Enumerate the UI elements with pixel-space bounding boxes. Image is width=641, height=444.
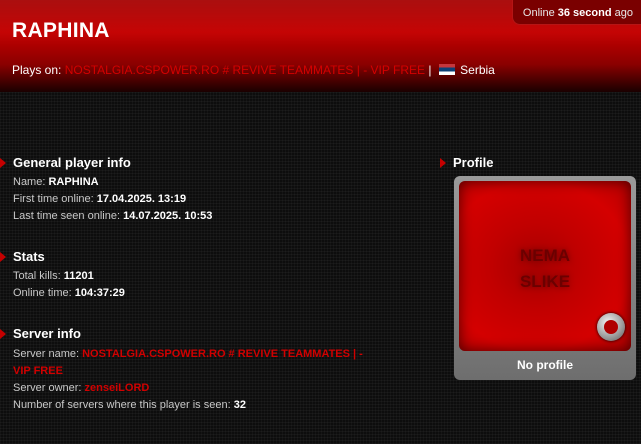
arrow-right-icon: [0, 158, 6, 168]
server-name-label: Server name:: [13, 348, 80, 360]
section-title-server: Server info: [0, 325, 363, 343]
separator: |: [428, 63, 432, 77]
stats-section: Stats Total kills: 11201 Online time: 10…: [0, 248, 125, 302]
section-title-profile: Profile: [440, 154, 493, 172]
arrow-right-icon: [440, 158, 446, 168]
section-title-stats: Stats: [0, 248, 125, 266]
no-image-line1: NEMA: [519, 246, 571, 265]
last-online-label: Last time seen online:: [13, 210, 121, 222]
plays-on-line: Plays on: NOSTALGIA.CSPOWER.RO # REVIVE …: [12, 63, 495, 77]
profile-title-text: Profile: [453, 155, 494, 170]
server-owner-label: Server owner:: [13, 382, 82, 394]
server-link[interactable]: NOSTALGIA.CSPOWER.RO # REVIVE TEAMMATES …: [65, 63, 425, 77]
server-count-label: Number of servers where this player is s…: [13, 399, 231, 411]
arrow-right-icon: [0, 329, 6, 339]
server-name-value[interactable]: NOSTALGIA.CSPOWER.RO # REVIVE TEAMMATES …: [82, 348, 363, 360]
kills-row: Total kills: 11201: [0, 268, 125, 285]
first-online-label: First time online:: [13, 193, 94, 205]
no-image-text: NEMA SLIKE: [459, 243, 631, 295]
server-title-text: Server info: [13, 326, 81, 341]
online-status-badge: Online 36 second ago: [511, 0, 641, 25]
online-suffix: ago: [614, 7, 633, 19]
last-online-row: Last time seen online: 14.07.2025. 10:53: [0, 208, 212, 225]
profile-image-placeholder: NEMA SLIKE: [459, 181, 631, 351]
plays-on-label: Plays on:: [12, 63, 62, 77]
server-name-row-cont: VIP FREE: [0, 363, 363, 380]
server-name-value-cont[interactable]: VIP FREE: [13, 365, 63, 377]
stats-title-text: Stats: [13, 249, 45, 264]
first-online-row: First time online: 17.04.2025. 13:19: [0, 191, 212, 208]
name-label: Name:: [13, 176, 46, 188]
no-profile-caption: No profile: [517, 358, 573, 372]
first-online-value: 17.04.2025. 13:19: [96, 193, 187, 205]
serbia-flag-icon: [438, 64, 455, 75]
server-owner-value[interactable]: zenseiLORD: [85, 382, 150, 394]
online-time-row: Online time: 104:37:29: [0, 285, 125, 302]
no-image-line2: SLIKE: [519, 272, 571, 291]
last-online-value: 14.07.2025. 10:53: [123, 210, 213, 222]
server-owner-row: Server owner: zenseiLORD: [0, 380, 363, 397]
site-badge-icon: [597, 313, 625, 341]
server-name-row: Server name: NOSTALGIA.CSPOWER.RO # REVI…: [0, 346, 363, 363]
online-time-label: Online time:: [13, 287, 72, 299]
profile-card: NEMA SLIKE No profile: [454, 176, 636, 380]
online-prefix: Online: [522, 7, 555, 19]
server-count-value: 32: [233, 399, 246, 411]
server-count-row: Number of servers where this player is s…: [0, 397, 363, 414]
player-name-title: RAPHINA: [12, 19, 110, 42]
general-title-text: General player info: [13, 155, 131, 170]
general-info-section: General player info Name: RAPHINA First …: [0, 154, 212, 225]
kills-label: Total kills:: [13, 270, 61, 282]
arrow-right-icon: [0, 252, 6, 262]
country-name: Serbia: [460, 63, 495, 77]
online-time-value: 104:37:29: [74, 287, 125, 299]
name-value: RAPHINA: [48, 176, 99, 188]
online-value: 36 second: [557, 7, 612, 19]
kills-value: 11201: [63, 270, 94, 282]
server-info-section: Server info Server name: NOSTALGIA.CSPOW…: [0, 325, 363, 414]
section-title-general: General player info: [0, 154, 212, 172]
name-row: Name: RAPHINA: [0, 174, 212, 191]
